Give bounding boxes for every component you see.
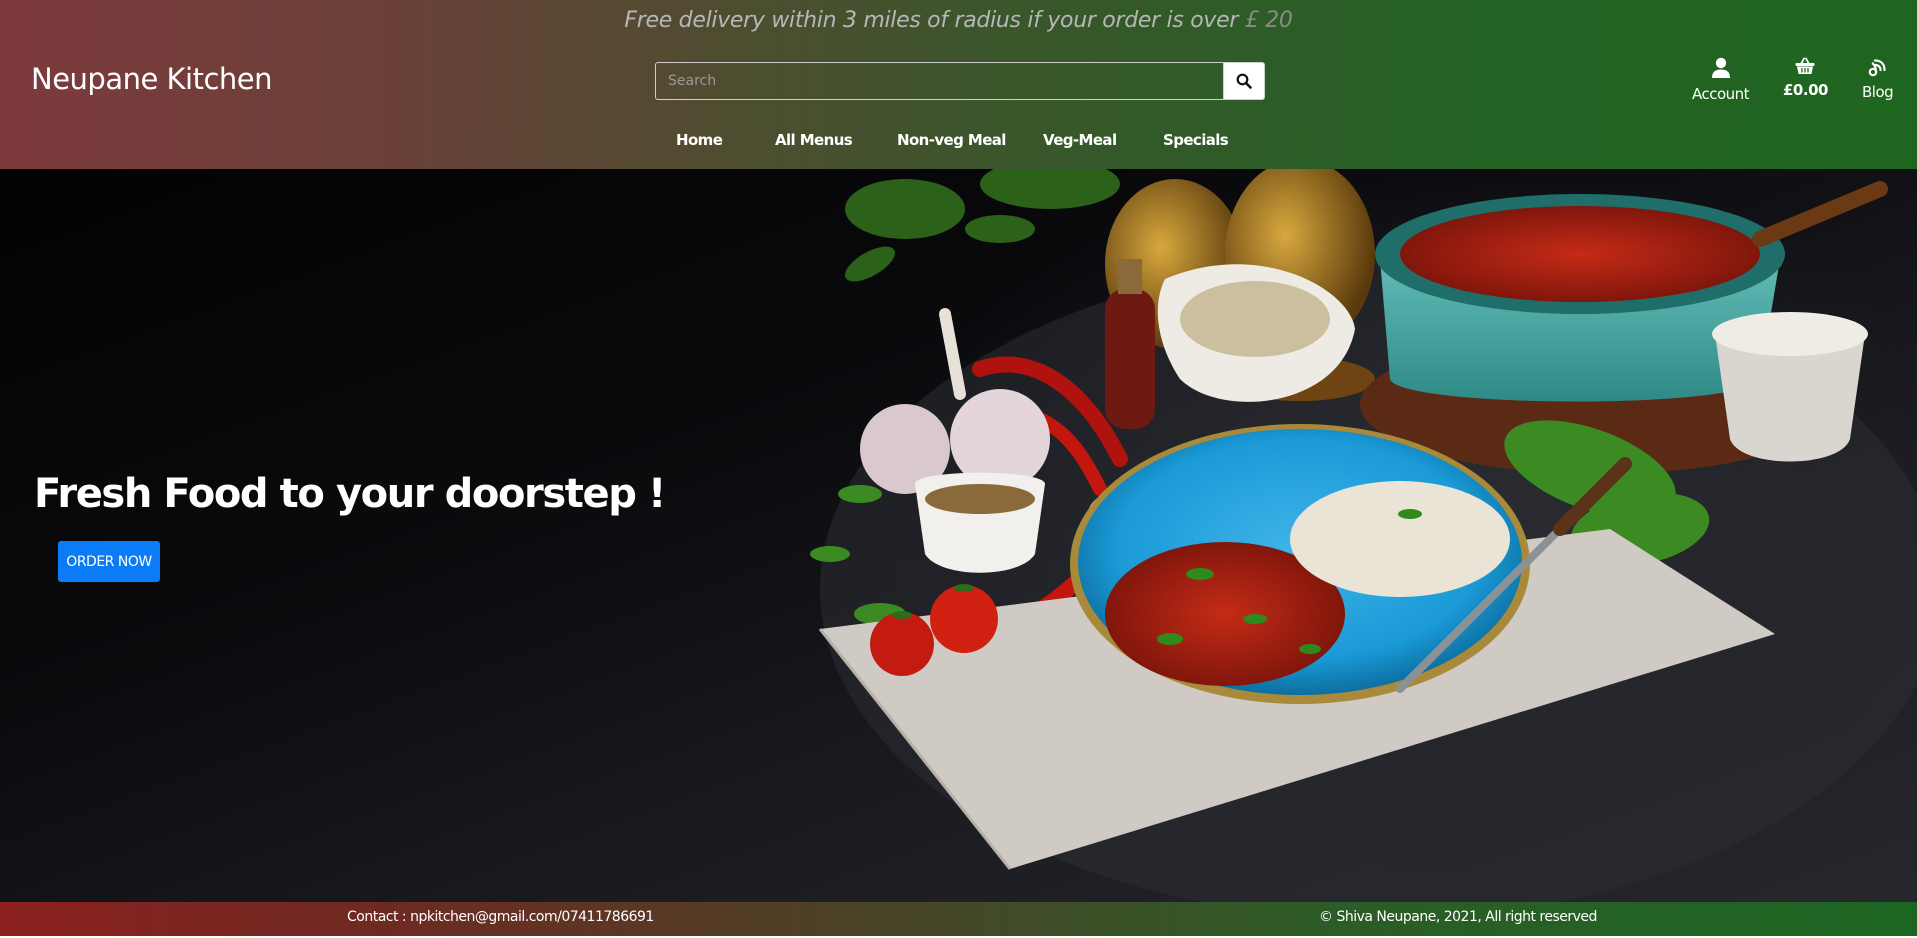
user-icon — [1711, 57, 1730, 78]
basket-total: £0.00 — [1783, 81, 1828, 99]
order-now-button[interactable]: ORDER NOW — [58, 541, 160, 582]
brand-logo[interactable]: Neupane Kitchen — [31, 62, 273, 96]
footer-copyright: © Shiva Neupane, 2021, All right reserve… — [1319, 909, 1597, 925]
account-label: Account — [1692, 85, 1750, 103]
nav-home[interactable]: Home — [676, 131, 723, 149]
banner-text: Free delivery within 3 miles of radius i… — [624, 8, 1239, 33]
delivery-banner: Free delivery within 3 miles of radius i… — [0, 8, 1917, 33]
site-header: Free delivery within 3 miles of radius i… — [0, 0, 1917, 169]
site-footer: Contact : npkitchen@gmail.com/0741178669… — [0, 902, 1917, 936]
hero-food-image — [810, 169, 1917, 902]
account-link[interactable]: Account — [1692, 57, 1750, 103]
search-icon — [1236, 73, 1252, 89]
blog-link[interactable]: Blog — [1862, 57, 1894, 101]
hero-title: Fresh Food to your doorstep ! — [34, 471, 666, 517]
nav-veg-meal[interactable]: Veg-Meal — [1043, 131, 1117, 149]
nav-all-menus[interactable]: All Menus — [775, 131, 853, 149]
blog-icon — [1868, 59, 1886, 77]
nav-non-veg-meal[interactable]: Non-veg Meal — [897, 131, 1006, 149]
footer-contact: Contact : npkitchen@gmail.com/0741178669… — [347, 909, 654, 925]
search-form — [655, 62, 1265, 100]
banner-amount: £ 20 — [1244, 8, 1293, 33]
search-button[interactable] — [1224, 62, 1265, 100]
blog-label: Blog — [1862, 83, 1894, 101]
shopping-basket-icon — [1795, 57, 1815, 74]
nav-specials[interactable]: Specials — [1163, 131, 1229, 149]
basket-link[interactable]: £0.00 — [1783, 57, 1828, 99]
hero-section: Fresh Food to your doorstep ! ORDER NOW — [0, 169, 1917, 902]
search-input[interactable] — [655, 62, 1224, 100]
